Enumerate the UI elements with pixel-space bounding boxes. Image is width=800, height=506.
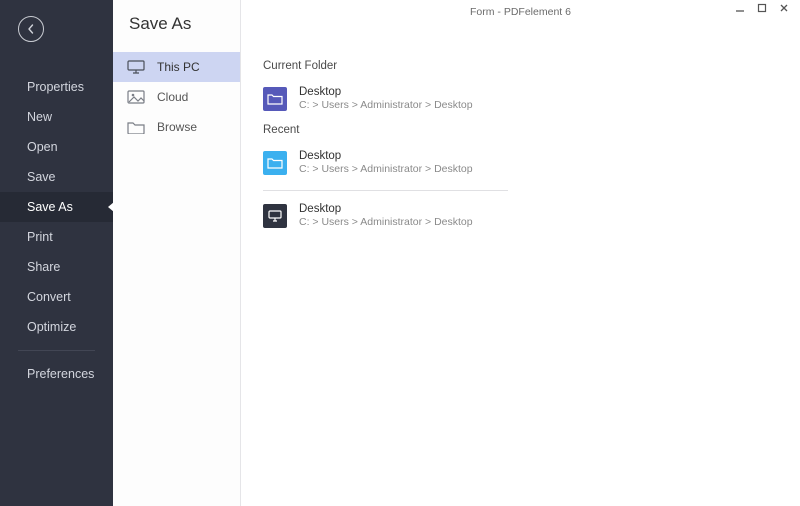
main-panel: Form - PDFelement 6 Current Folder	[241, 0, 800, 506]
nav-new[interactable]: New	[0, 102, 113, 132]
nav-label: Properties	[27, 80, 84, 94]
current-folder-heading: Current Folder	[263, 60, 800, 72]
window-title: Form - PDFelement 6	[470, 6, 571, 18]
page-title: Save As	[113, 14, 240, 52]
maximize-button[interactable]	[754, 2, 770, 16]
folder-name: Desktop	[299, 149, 473, 163]
recent-item[interactable]: Desktop C: > Users > Administrator > Des…	[263, 199, 800, 241]
folder-path: C: > Users > Administrator > Desktop	[299, 216, 473, 229]
location-label: Cloud	[157, 90, 188, 104]
location-cloud[interactable]: Cloud	[113, 82, 240, 112]
locations-panel: Save As This PC Cloud Browse	[113, 0, 241, 506]
nav-convert[interactable]: Convert	[0, 282, 113, 312]
close-button[interactable]	[776, 2, 792, 16]
nav-separator	[18, 350, 95, 351]
folder-icon	[127, 120, 145, 134]
nav-share[interactable]: Share	[0, 252, 113, 282]
location-label: This PC	[157, 60, 200, 74]
nav-save-as[interactable]: Save As	[0, 192, 113, 222]
nav-properties[interactable]: Properties	[0, 72, 113, 102]
folder-path: C: > Users > Administrator > Desktop	[299, 163, 473, 176]
folder-icon	[263, 87, 287, 111]
chevron-left-icon	[26, 24, 36, 34]
nav-print[interactable]: Print	[0, 222, 113, 252]
location-this-pc[interactable]: This PC	[113, 52, 240, 82]
nav-label: Save	[27, 170, 56, 184]
nav-label: New	[27, 110, 52, 124]
image-icon	[127, 90, 145, 104]
recent-item[interactable]: Desktop C: > Users > Administrator > Des…	[263, 146, 800, 188]
file-menu-sidebar: Properties New Open Save Save As Print S…	[0, 0, 113, 506]
close-icon	[779, 3, 789, 13]
folder-icon	[263, 151, 287, 175]
minimize-button[interactable]	[732, 2, 748, 16]
monitor-icon	[127, 60, 145, 74]
back-button[interactable]	[18, 16, 44, 42]
nav-label: Share	[27, 260, 60, 274]
nav-label: Save As	[27, 200, 73, 214]
folder-path: C: > Users > Administrator > Desktop	[299, 99, 473, 112]
nav-label: Print	[27, 230, 53, 244]
location-browse[interactable]: Browse	[113, 112, 240, 142]
window-controls	[732, 2, 792, 16]
location-label: Browse	[157, 120, 197, 134]
title-bar: Form - PDFelement 6	[241, 0, 800, 24]
current-folder-item[interactable]: Desktop C: > Users > Administrator > Des…	[263, 82, 800, 124]
nav-label: Convert	[27, 290, 71, 304]
folder-name: Desktop	[299, 202, 473, 216]
nav-label: Open	[27, 140, 58, 154]
nav-preferences[interactable]: Preferences	[0, 359, 113, 389]
list-separator	[263, 190, 508, 191]
nav-save[interactable]: Save	[0, 162, 113, 192]
nav-label: Optimize	[27, 320, 76, 334]
folder-name: Desktop	[299, 85, 473, 99]
nav-open[interactable]: Open	[0, 132, 113, 162]
nav-label: Preferences	[27, 367, 94, 381]
nav-optimize[interactable]: Optimize	[0, 312, 113, 342]
maximize-icon	[757, 3, 767, 13]
minimize-icon	[735, 3, 745, 13]
recent-heading: Recent	[263, 124, 800, 136]
monitor-icon	[263, 204, 287, 228]
